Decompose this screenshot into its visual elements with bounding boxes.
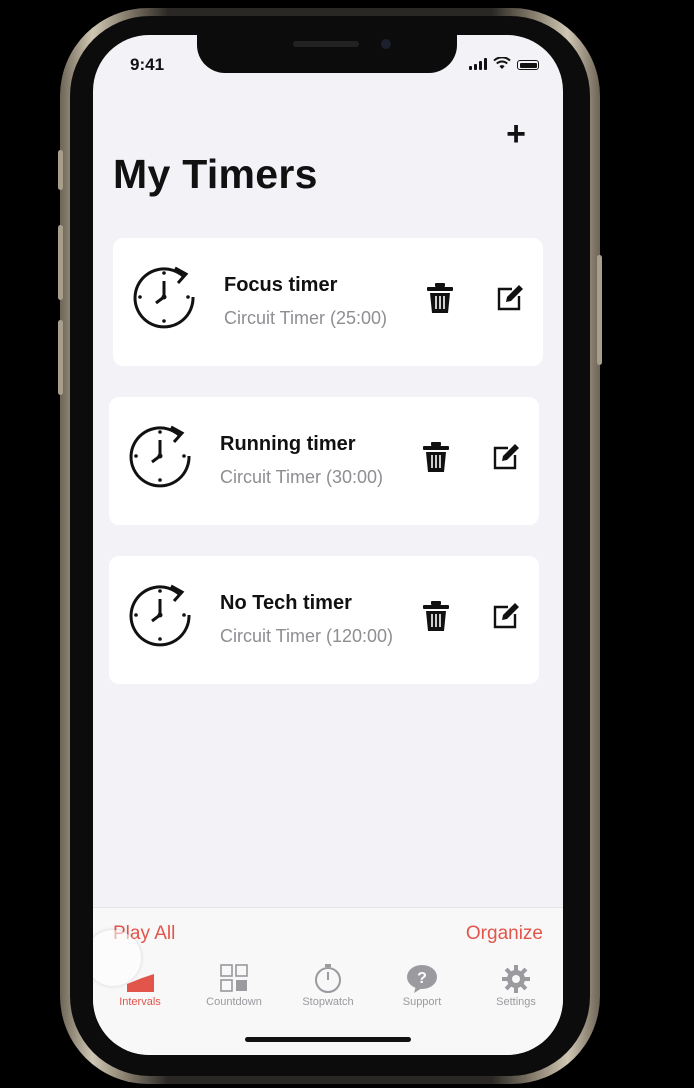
battery-icon (517, 60, 539, 70)
cellular-signal-icon (469, 58, 487, 70)
trash-icon[interactable] (422, 441, 450, 473)
speaker-grille (293, 41, 359, 47)
wifi-icon (493, 57, 511, 69)
add-timer-button[interactable]: + (499, 117, 533, 151)
tab-label: Support (402, 996, 442, 1008)
notch (197, 35, 457, 73)
support-icon: ? (407, 965, 437, 993)
volume-down-button (58, 320, 63, 395)
timer-description: Circuit Timer (30:00) (220, 467, 384, 487)
tab-label: Settings (496, 996, 536, 1008)
clock-icon (129, 584, 191, 647)
status-icons (469, 57, 539, 70)
timer-card[interactable]: Running timer Circuit Timer (30:00) (109, 397, 539, 525)
tab-stopwatch[interactable]: Stopwatch (281, 964, 375, 1024)
clock-icon (129, 425, 191, 488)
mute-switch (58, 150, 63, 190)
timer-card[interactable]: Focus timer Circuit Timer (25:00) (113, 238, 543, 366)
tab-label: Countdown (206, 996, 262, 1008)
tab-support[interactable]: ? Support (375, 964, 469, 1024)
trash-icon[interactable] (426, 282, 454, 314)
svg-text:?: ? (417, 970, 427, 987)
edit-icon[interactable] (492, 602, 520, 630)
tab-label: Stopwatch (302, 996, 354, 1008)
timer-description: Circuit Timer (25:00) (224, 308, 388, 328)
stopwatch-icon (315, 964, 341, 993)
trash-icon[interactable] (422, 600, 450, 632)
status-time: 9:41 (130, 55, 165, 74)
tab-label: Intervals (119, 996, 161, 1008)
page-title: My Timers (113, 151, 318, 197)
clock-icon (133, 266, 195, 329)
timer-name: Focus timer (224, 274, 338, 296)
volume-up-button (58, 225, 63, 300)
edit-icon[interactable] (492, 443, 520, 471)
tab-countdown[interactable]: Countdown (187, 964, 281, 1024)
settings-icon (502, 965, 530, 993)
organize-button[interactable]: Organize (466, 923, 543, 945)
edit-icon[interactable] (496, 284, 524, 312)
countdown-icon (220, 964, 248, 992)
bottom-bar: Play All Organize Intervals Countdown St… (93, 907, 563, 1055)
tab-bar: Intervals Countdown Stopwatch ? Support … (93, 964, 563, 1024)
tab-settings[interactable]: Settings (469, 964, 563, 1024)
app-screen: 9:41 + My Timers Focus timer Circuit Tim… (93, 35, 563, 1055)
timer-description: Circuit Timer (120:00) (220, 626, 394, 646)
power-button (597, 255, 602, 365)
front-camera (381, 39, 391, 49)
timer-name: No Tech timer (220, 592, 352, 614)
timer-card[interactable]: No Tech timer Circuit Timer (120:00) (109, 556, 539, 684)
timer-name: Running timer (220, 433, 356, 455)
home-indicator (245, 1037, 411, 1042)
